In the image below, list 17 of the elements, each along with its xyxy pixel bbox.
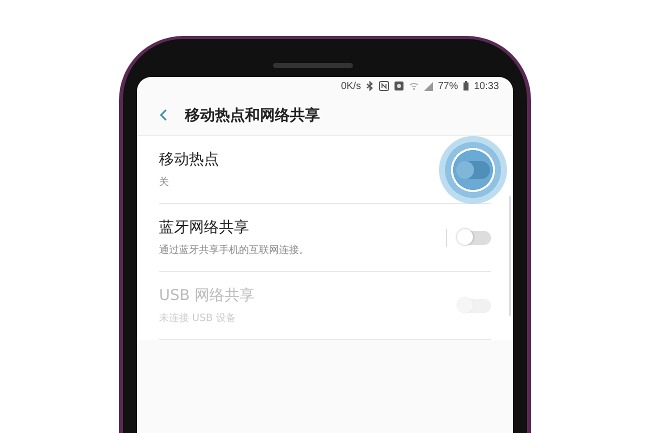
battery-icon — [462, 81, 469, 91]
page-title: 移动热点和网络共享 — [185, 106, 320, 124]
setting-title: USB 网络共享 — [159, 286, 256, 305]
signal-icon — [424, 81, 433, 91]
battery-percent: 77% — [438, 80, 458, 92]
back-button[interactable] — [157, 107, 169, 123]
setting-subtitle: 关 — [159, 176, 170, 189]
square-icon — [394, 81, 404, 91]
network-speed: 0K/s — [340, 80, 361, 92]
nfc-icon — [378, 81, 389, 91]
wifi-icon — [408, 81, 419, 91]
setting-title: 移动热点 — [159, 150, 220, 169]
setting-subtitle: 通过蓝牙共享手机的互联网连接。 — [159, 244, 310, 257]
clock-time: 10:33 — [474, 80, 499, 92]
bluetooth-icon — [366, 81, 374, 91]
toggle-switch[interactable] — [459, 230, 491, 244]
setting-title: 蓝牙网络共享 — [159, 218, 250, 237]
